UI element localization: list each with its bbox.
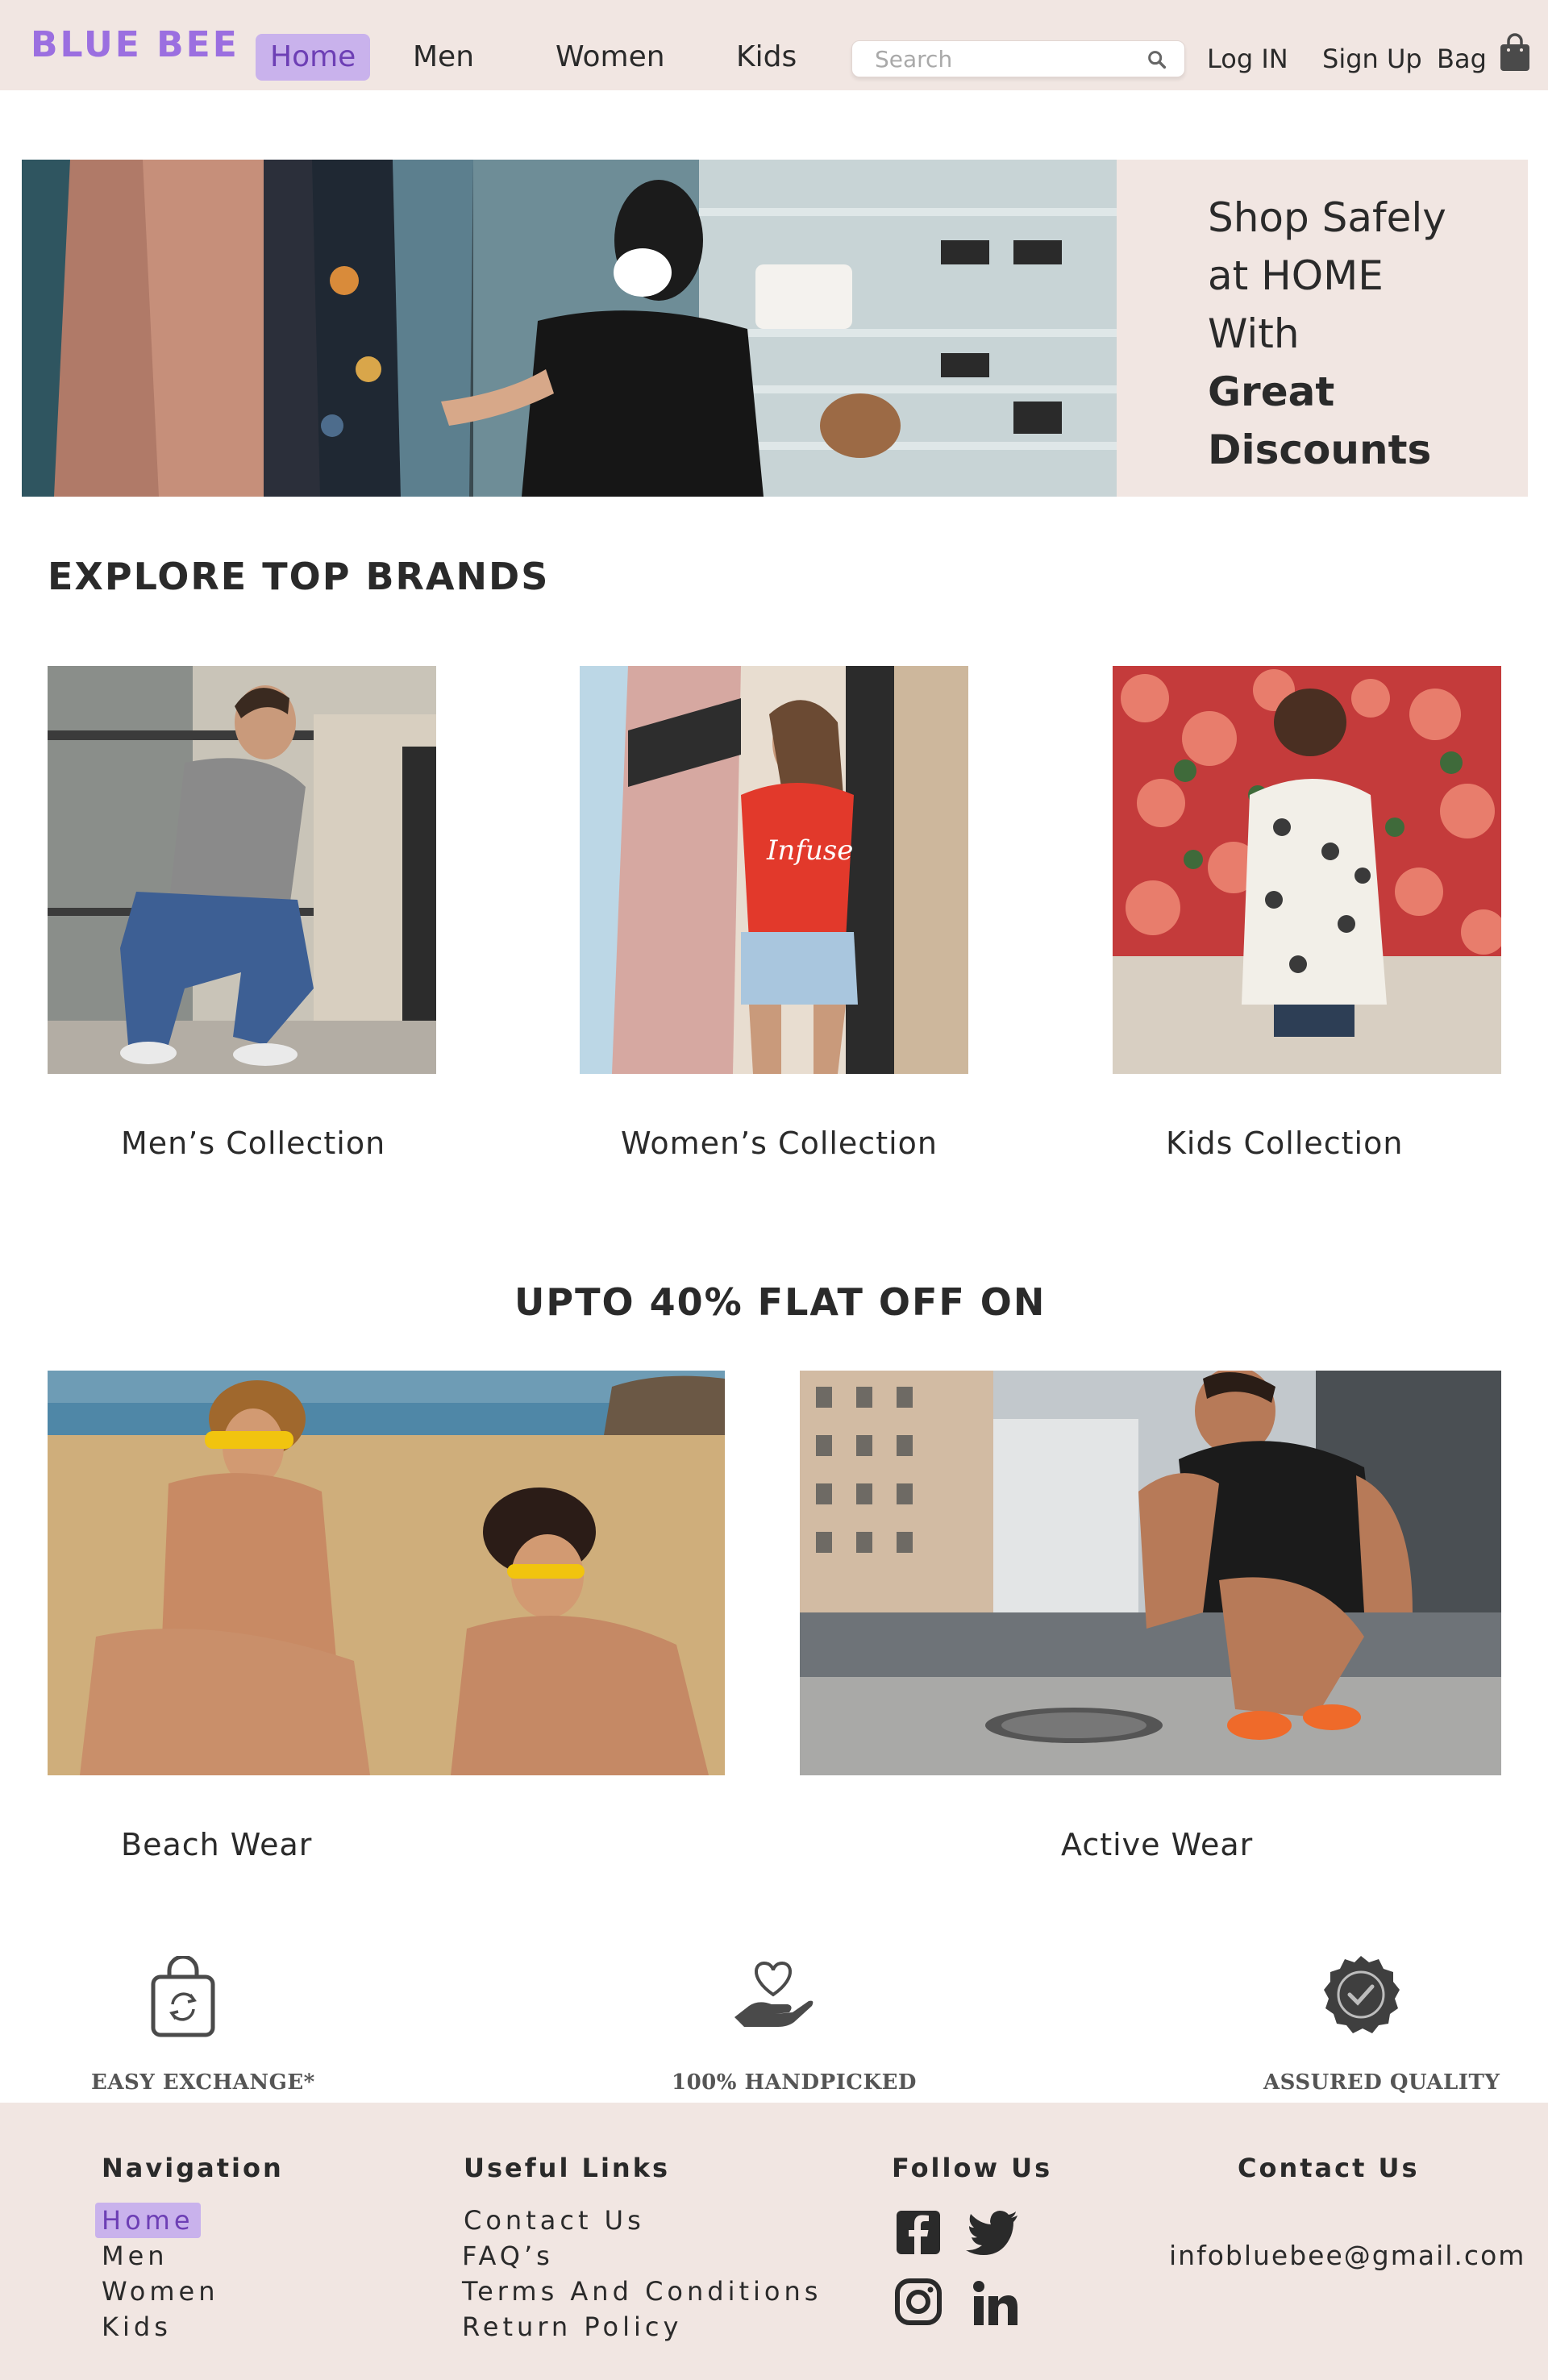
- mens-collection-image[interactable]: [48, 666, 436, 1074]
- signup-link[interactable]: Sign Up: [1322, 44, 1422, 74]
- hero-line-4: Great: [1208, 368, 1335, 415]
- instagram-icon[interactable]: [893, 2277, 943, 2327]
- beach-wear-image[interactable]: [48, 1371, 725, 1775]
- assured-quality-label: ASSURED QUALITY: [1263, 2070, 1500, 2095]
- footer-nav-women[interactable]: Women: [102, 2274, 218, 2309]
- footer-contact-link[interactable]: Contact Us: [464, 2203, 645, 2238]
- active-wear-label[interactable]: Active Wear: [1061, 1827, 1253, 1862]
- easy-exchange-label: EASY EXCHANGE*: [91, 2070, 315, 2095]
- footer-return-link[interactable]: Return Policy: [462, 2309, 682, 2345]
- nav-home[interactable]: Home: [256, 34, 371, 81]
- search-input[interactable]: [875, 41, 1141, 77]
- search-icon[interactable]: [1146, 48, 1168, 71]
- nav-men[interactable]: Men: [413, 34, 474, 81]
- footer-faq-link[interactable]: FAQ’s: [462, 2238, 554, 2274]
- shopping-bag-icon[interactable]: [1498, 32, 1532, 73]
- exchange-bag-icon: [151, 1956, 215, 2037]
- hero-banner: Shop Safely at HOME With Great Discounts: [22, 160, 1528, 497]
- twitter-icon[interactable]: [964, 2207, 1021, 2257]
- brands-title: EXPLORE TOP BRANDS: [48, 555, 550, 598]
- footer-follow-title: Follow Us: [892, 2153, 1053, 2183]
- footer-useful-title: Useful Links: [464, 2153, 671, 2183]
- womens-collection-label[interactable]: Women’s Collection: [621, 1126, 938, 1161]
- hero-line-2: at HOME: [1208, 252, 1384, 299]
- footer-navigation-title: Navigation: [102, 2153, 284, 2183]
- footer-contact-title: Contact Us: [1238, 2153, 1420, 2183]
- mens-collection-label[interactable]: Men’s Collection: [121, 1126, 385, 1161]
- active-wear-image[interactable]: [800, 1371, 1501, 1775]
- nav-women[interactable]: Women: [556, 34, 665, 81]
- offers-title: UPTO 40% FLAT OFF ON: [514, 1280, 1047, 1324]
- bag-link[interactable]: Bag: [1437, 44, 1487, 74]
- handpicked-label: 100% HANDPICKED: [672, 2070, 917, 2095]
- footer-email[interactable]: infobluebee@gmail.com: [1169, 2240, 1525, 2271]
- header: BLUE BEE Home Men Women Kids Log IN Sign…: [0, 0, 1548, 90]
- facebook-icon[interactable]: [893, 2207, 943, 2257]
- footer-terms-link[interactable]: Terms And Conditions: [462, 2274, 822, 2309]
- womens-collection-image[interactable]: Infuse: [580, 666, 968, 1074]
- login-link[interactable]: Log IN: [1207, 44, 1288, 74]
- footer: Navigation Home Men Women Kids Useful Li…: [0, 2103, 1548, 2380]
- quality-badge-icon: [1324, 1956, 1400, 2033]
- hero-image: [22, 160, 1117, 497]
- beach-wear-label[interactable]: Beach Wear: [121, 1827, 312, 1862]
- hero-line-1: Shop Safely: [1208, 194, 1446, 241]
- hand-heart-icon: [734, 1962, 814, 2027]
- kids-collection-label[interactable]: Kids Collection: [1166, 1126, 1403, 1161]
- kids-collection-image[interactable]: [1113, 666, 1501, 1074]
- svg-text:Infuse: Infuse: [766, 834, 853, 867]
- logo[interactable]: BLUE BEE: [31, 24, 239, 65]
- footer-nav-men[interactable]: Men: [102, 2238, 169, 2274]
- nav-kids[interactable]: Kids: [736, 34, 797, 81]
- footer-nav-home[interactable]: Home: [95, 2203, 201, 2238]
- footer-nav-kids[interactable]: Kids: [102, 2309, 172, 2345]
- search-box: [851, 40, 1185, 77]
- linkedin-icon[interactable]: [971, 2278, 1021, 2328]
- hero-line-5: Discounts: [1208, 426, 1432, 473]
- hero-line-3: With: [1208, 310, 1300, 357]
- hero-text: Shop Safely at HOME With Great Discounts: [1208, 189, 1446, 479]
